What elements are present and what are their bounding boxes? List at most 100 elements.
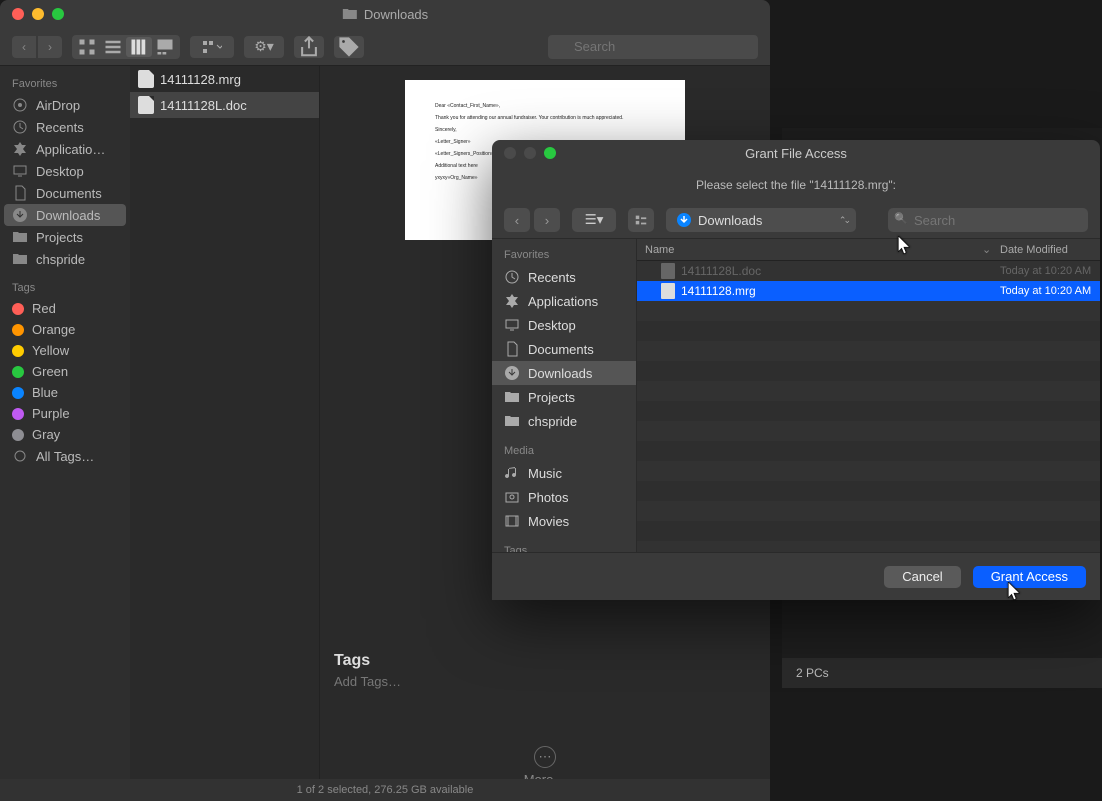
tag-dot-icon (12, 387, 24, 399)
list-view-button[interactable] (100, 37, 126, 57)
sidebar-item-applications[interactable]: Applicatio… (0, 138, 130, 160)
clock-icon (504, 269, 520, 285)
downloads-icon (12, 207, 28, 223)
search-input[interactable] (548, 35, 758, 59)
back-button[interactable]: ‹ (504, 208, 530, 232)
sidebar-item-documents[interactable]: Documents (0, 182, 130, 204)
dialog-title: Grant File Access (745, 146, 847, 161)
arrange-button[interactable] (190, 36, 234, 58)
back-button[interactable]: ‹ (12, 36, 36, 58)
search-input[interactable] (888, 208, 1088, 232)
sidebar-item-all-tags[interactable]: All Tags… (0, 445, 130, 467)
sidebar-item-chspride[interactable]: chspride (0, 248, 130, 270)
forward-button[interactable]: › (38, 36, 62, 58)
sidebar-item-movies[interactable]: Movies (492, 509, 636, 533)
grant-access-dialog: Grant File Access Please select the file… (492, 140, 1100, 600)
sidebar-tag-orange[interactable]: Orange (0, 319, 130, 340)
apps-icon (12, 141, 28, 157)
sidebar-item-airdrop[interactable]: AirDrop (0, 94, 130, 116)
sidebar-tag-yellow[interactable]: Yellow (0, 340, 130, 361)
dialog-file-list: Name ⌄ Date Modified 14111128L.docToday … (637, 239, 1100, 552)
sidebar-item-photos[interactable]: Photos (492, 485, 636, 509)
sidebar-item-recents[interactable]: Recents (492, 265, 636, 289)
dialog-titlebar: Grant File Access (492, 140, 1100, 166)
sidebar-item-downloads[interactable]: Downloads (492, 361, 636, 385)
sidebar-item-applications[interactable]: Applications (492, 289, 636, 313)
status-bar: 1 of 2 selected, 276.25 GB available (0, 779, 770, 801)
dialog-prompt: Please select the file "14111128.mrg": (492, 166, 1100, 202)
sidebar-item-projects[interactable]: Projects (0, 226, 130, 248)
column-name[interactable]: Name (637, 244, 982, 256)
sidebar-tag-red[interactable]: Red (0, 298, 130, 319)
column-date[interactable]: Date Modified (1000, 244, 1100, 256)
group-button[interactable] (628, 208, 654, 232)
file-row[interactable]: 14111128.mrg (130, 66, 319, 92)
finder-sidebar: Favorites AirDrop Recents Applicatio… De… (0, 66, 130, 801)
empty-row (637, 341, 1100, 361)
gallery-view-button[interactable] (152, 37, 178, 57)
window-title: Downloads (342, 6, 428, 22)
maximize-icon[interactable] (52, 8, 64, 20)
documents-icon (504, 341, 520, 357)
icon-view-button[interactable] (74, 37, 100, 57)
cancel-button[interactable]: Cancel (884, 566, 960, 588)
tag-dot-icon (12, 324, 24, 336)
movies-icon (504, 513, 520, 529)
empty-row (637, 401, 1100, 421)
airdrop-icon (12, 97, 28, 113)
view-mode-button[interactable]: ☰▾ (572, 208, 616, 232)
file-icon (138, 70, 154, 88)
sidebar-item-downloads[interactable]: Downloads (4, 204, 126, 226)
sidebar-tag-green[interactable]: Green (0, 361, 130, 382)
music-icon (504, 465, 520, 481)
sidebar-item-music[interactable]: Music (492, 461, 636, 485)
empty-row (637, 521, 1100, 541)
dialog-sidebar: Favorites Recents Applications Desktop D… (492, 239, 637, 552)
finder-file-list: 14111128.mrg 14111128L.doc (130, 66, 320, 801)
location-selector[interactable]: Downloads (666, 208, 856, 232)
minimize-icon[interactable] (32, 8, 44, 20)
add-tags-field[interactable]: Add Tags… (334, 674, 401, 689)
sidebar-item-desktop[interactable]: Desktop (0, 160, 130, 182)
tags-title: Tags (334, 652, 401, 670)
column-view-button[interactable] (126, 37, 152, 57)
tag-dot-icon (12, 303, 24, 315)
empty-row (637, 441, 1100, 461)
file-icon (661, 283, 675, 299)
sidebar-item-projects[interactable]: Projects (492, 385, 636, 409)
empty-row (637, 461, 1100, 481)
maximize-icon[interactable] (544, 147, 556, 159)
sidebar-item-documents[interactable]: Documents (492, 337, 636, 361)
sidebar-item-recents[interactable]: Recents (0, 116, 130, 138)
tag-button[interactable] (334, 36, 364, 58)
list-header[interactable]: Name ⌄ Date Modified (637, 239, 1100, 261)
forward-button[interactable]: › (534, 208, 560, 232)
tags-header: Tags (0, 278, 130, 298)
share-button[interactable] (294, 36, 324, 58)
finder-toolbar: ‹ › ⚙︎▾ (0, 28, 770, 66)
sidebar-tag-blue[interactable]: Blue (0, 382, 130, 403)
apps-icon (504, 293, 520, 309)
downloads-icon (676, 212, 692, 228)
folder-icon (12, 229, 28, 245)
sidebar-item-desktop[interactable]: Desktop (492, 313, 636, 337)
folder-icon (504, 413, 520, 429)
sort-indicator-icon: ⌄ (982, 243, 1000, 256)
folder-icon (504, 389, 520, 405)
action-button[interactable]: ⚙︎▾ (244, 36, 284, 58)
documents-icon (12, 185, 28, 201)
close-icon[interactable] (12, 8, 24, 20)
close-icon[interactable] (504, 147, 516, 159)
minimize-icon[interactable] (524, 147, 536, 159)
sidebar-tag-purple[interactable]: Purple (0, 403, 130, 424)
empty-row (637, 301, 1100, 321)
sidebar-tag-gray[interactable]: Gray (0, 424, 130, 445)
view-switcher[interactable] (72, 35, 180, 59)
sidebar-item-chspride[interactable]: chspride (492, 409, 636, 433)
photos-icon (504, 489, 520, 505)
file-row[interactable]: 14111128L.doc (130, 92, 319, 118)
grant-access-button[interactable]: Grant Access (973, 566, 1086, 588)
file-icon (661, 263, 675, 279)
empty-row (637, 421, 1100, 441)
file-row[interactable]: 14111128.mrgToday at 10:20 AM (637, 281, 1100, 301)
